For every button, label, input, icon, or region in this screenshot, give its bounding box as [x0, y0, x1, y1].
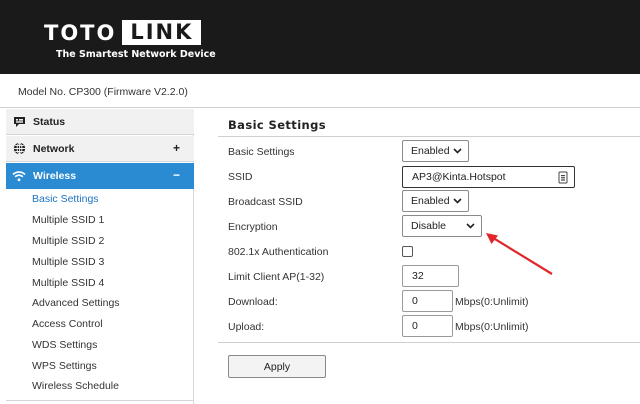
sidebar-item-label: Status [33, 115, 66, 128]
annotation-arrow [486, 233, 553, 275]
chevron-down-icon [453, 146, 462, 158]
password-manager-icon[interactable] [558, 171, 568, 187]
expand-toggle[interactable]: + [173, 141, 180, 155]
sidebar-item-label: Wireless [33, 169, 77, 182]
broadcast-ssid-select[interactable]: Enabled [402, 190, 469, 212]
selected-value: Enabled [411, 145, 450, 157]
model-info: Model No. CP300 (Firmware V2.2.0) [18, 86, 188, 98]
logo-text-right: LINK [122, 20, 202, 45]
upload-unit: Mbps(0:Unlimit) [455, 321, 529, 333]
totolink-logo: TOTO LINK The Smartest Network Device [44, 20, 216, 60]
subnav-advanced-settings[interactable]: Advanced Settings [32, 297, 120, 309]
basic-settings-label: Basic Settings [228, 146, 295, 158]
subnav-multiple-ssid-3[interactable]: Multiple SSID 3 [32, 256, 104, 268]
encryption-select[interactable]: Disable [402, 215, 482, 237]
download-label: Download: [228, 296, 278, 308]
subnav-access-control[interactable]: Access Control [32, 318, 103, 330]
encryption-label: Encryption [228, 221, 278, 233]
limit-client-value: 32 [412, 270, 424, 282]
subnav-wps-settings[interactable]: WPS Settings [32, 360, 97, 372]
collapse-toggle[interactable]: − [173, 168, 180, 182]
upload-value: 0 [412, 320, 418, 332]
sidebar: Status Network + Wireless − Basic Settin… [6, 109, 194, 404]
ssid-value: AP3@Kinta.Hotspot [412, 171, 506, 183]
sidebar-item-label: Network [33, 142, 75, 155]
status-icon [12, 115, 26, 129]
sidebar-divider [6, 400, 194, 404]
broadcast-ssid-label: Broadcast SSID [228, 196, 303, 208]
download-value: 0 [412, 295, 418, 307]
subnav-multiple-ssid-1[interactable]: Multiple SSID 1 [32, 214, 104, 226]
subnav-wds-settings[interactable]: WDS Settings [32, 339, 97, 351]
title-divider [218, 136, 640, 137]
page-title: Basic Settings [228, 118, 327, 132]
upload-label: Upload: [228, 321, 265, 333]
sidebar-item-network[interactable]: Network + [6, 136, 194, 162]
chevron-down-icon [466, 221, 475, 233]
model-bar: Model No. CP300 (Firmware V2.2.0) [0, 74, 640, 108]
apply-button[interactable]: Apply [228, 355, 326, 378]
download-unit: Mbps(0:Unlimit) [455, 296, 529, 308]
logo-text-left: TOTO [44, 20, 117, 45]
auth-8021x-checkbox[interactable] [402, 246, 413, 257]
subnav-multiple-ssid-2[interactable]: Multiple SSID 2 [32, 235, 104, 247]
auth-8021x-label: 802.1x Authentication [228, 246, 329, 258]
subnav-basic-settings[interactable]: Basic Settings [32, 193, 99, 205]
top-header: TOTO LINK The Smartest Network Device [0, 0, 640, 74]
ssid-input[interactable]: AP3@Kinta.Hotspot [402, 166, 575, 188]
selected-value: Enabled [411, 195, 450, 207]
limit-client-label: Limit Client AP(1-32) [228, 271, 325, 283]
sidebar-item-status[interactable]: Status [6, 109, 194, 135]
subnav-wireless-schedule[interactable]: Wireless Schedule [32, 380, 119, 392]
sidebar-item-wireless[interactable]: Wireless − [6, 163, 194, 189]
basic-settings-select[interactable]: Enabled [402, 140, 469, 162]
upload-input[interactable]: 0 [402, 315, 453, 337]
ssid-label: SSID [228, 171, 253, 183]
limit-client-input[interactable]: 32 [402, 265, 459, 287]
selected-value: Disable [411, 220, 447, 232]
logo-tagline: The Smartest Network Device [56, 49, 216, 60]
chevron-down-icon [453, 196, 462, 208]
download-input[interactable]: 0 [402, 290, 453, 312]
wifi-icon [12, 169, 26, 183]
form-divider [218, 342, 640, 343]
subnav-multiple-ssid-4[interactable]: Multiple SSID 4 [32, 277, 104, 289]
globe-icon [12, 142, 26, 156]
